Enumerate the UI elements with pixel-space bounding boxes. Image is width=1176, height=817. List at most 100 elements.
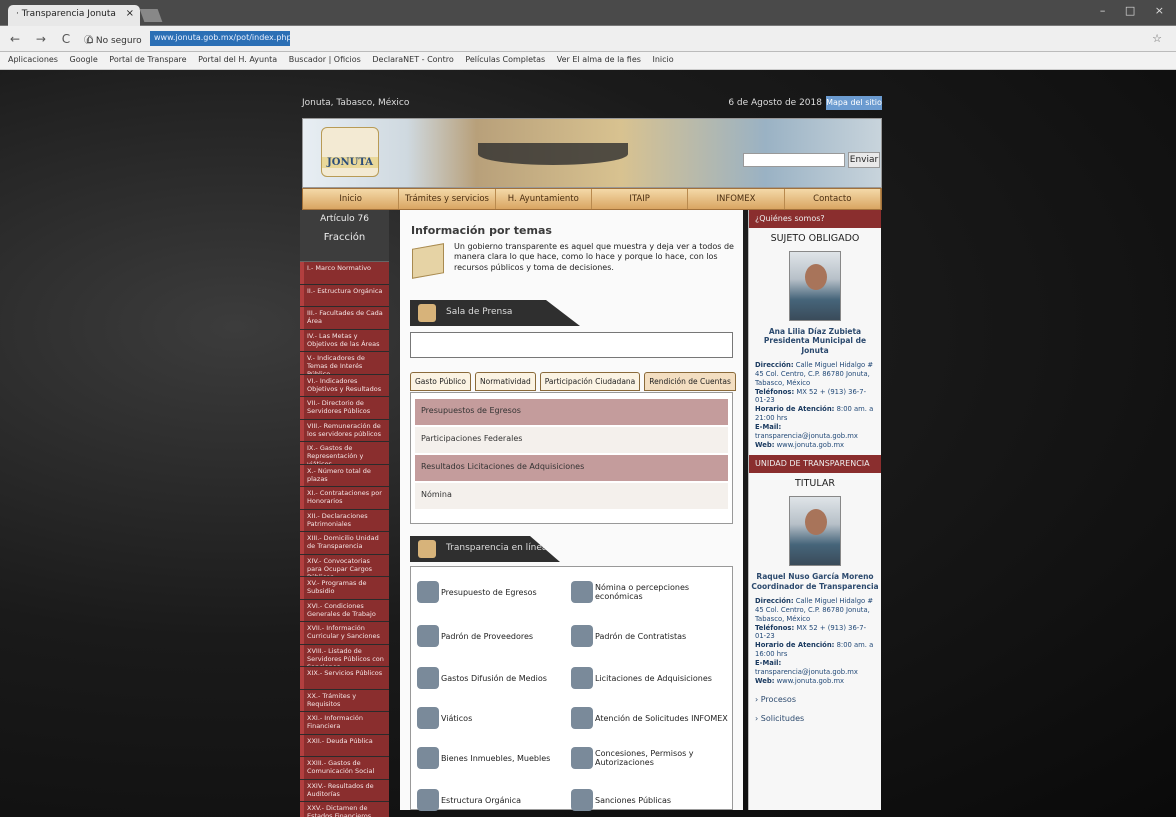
sidebar-item[interactable]: XXIII.- Gastos de Comunicación Social xyxy=(300,757,389,779)
tab-normatividad[interactable]: Normatividad xyxy=(475,372,536,391)
bookmark-item[interactable]: Portal del H. Ayunta xyxy=(198,55,277,64)
jonuta-logo[interactable]: JONUTA xyxy=(321,127,379,177)
search-input[interactable] xyxy=(743,153,845,167)
sidebar-item[interactable]: III.- Facultades de Cada Área xyxy=(300,307,389,329)
contact-info: Dirección: Calle Miguel Hidalgo # 45 Col… xyxy=(749,591,881,685)
gavel-icon xyxy=(571,789,593,811)
sidebar-item[interactable]: V.- Indicadores de Temas de Interés Públ… xyxy=(300,352,389,374)
online-item-label: Nómina o percepciones económicas xyxy=(595,583,690,601)
sidebar-item[interactable]: X.- Número total de plazas xyxy=(300,464,389,486)
sidebar-item[interactable]: IV.- Las Metas y Objetivos de las Áreas xyxy=(300,329,389,351)
sidebar-item[interactable]: VII.- Directorio de Servidores Públicos xyxy=(300,397,389,419)
menu-item-itaip[interactable]: ITAIP xyxy=(592,189,689,209)
online-item[interactable]: Atención de Solicitudes INFOMEX xyxy=(571,707,731,729)
right-column: ¿Quiénes somos? SUJETO OBLIGADO Ana Lili… xyxy=(748,210,881,810)
list-item[interactable]: Nómina xyxy=(415,483,728,509)
info-label: Web: xyxy=(755,440,775,449)
tab-gasto-publico[interactable]: Gasto Público xyxy=(410,372,472,391)
email-link[interactable]: transparencia@jonuta.gob.mx xyxy=(755,432,858,440)
sidebar-item[interactable]: XVI.- Condiciones Generales de Trabajo xyxy=(300,599,389,621)
online-item[interactable]: Presupuesto de Egresos xyxy=(417,581,567,603)
menu-item-contacto[interactable]: Contacto xyxy=(785,189,881,209)
sidebar-item[interactable]: XVII.- Información Curricular y Sancione… xyxy=(300,622,389,644)
obligated-subject-title: SUJETO OBLIGADO xyxy=(770,233,860,244)
menu-item-infomex[interactable]: INFOMEX xyxy=(688,189,785,209)
window-controls[interactable]: – □ × xyxy=(1100,4,1172,17)
online-section-header[interactable]: Transparencia en línea xyxy=(410,536,560,562)
bookmark-item[interactable]: DeclaraNET - Contro xyxy=(372,55,453,64)
sidebar-item[interactable]: VIII.- Remuneración de los servidores pú… xyxy=(300,419,389,441)
sidebar-item[interactable]: XV.- Programas de Subsidio xyxy=(300,577,389,599)
online-item[interactable]: Nómina o percepciones económicas xyxy=(571,581,731,603)
bookmark-item[interactable]: Películas Completas xyxy=(465,55,545,64)
online-item[interactable]: Padrón de Contratistas xyxy=(571,625,731,647)
sidebar-item[interactable]: XIII.- Domicilio Unidad de Transparencia xyxy=(300,532,389,554)
browser-tab-bar: · Transparencia Jonuta × – □ × xyxy=(0,0,1176,26)
tab-rendicion-cuentas[interactable]: Rendición de Cuentas xyxy=(644,372,736,391)
online-items-grid: Presupuesto de Egresos Nómina o percepci… xyxy=(410,566,733,811)
new-tab-button[interactable] xyxy=(139,9,163,22)
sidebar-item[interactable]: XXV.- Dictamen de Estados Financieros xyxy=(300,802,389,817)
bookmark-star-icon[interactable]: ☆ xyxy=(1152,32,1162,45)
sidebar-item[interactable]: XIX.- Servicios Públicos xyxy=(300,667,389,689)
sidebar-item[interactable]: IX.- Gastos de Representación y viáticos xyxy=(300,442,389,464)
transparency-unit-header[interactable]: UNIDAD DE TRANSPARENCIA xyxy=(749,455,881,474)
sidebar-item[interactable]: XX.- Trámites y Requisitos xyxy=(300,689,389,711)
menu-item-tramites[interactable]: Trámites y servicios xyxy=(399,189,496,209)
security-indicator[interactable]: ⓘ No seguro xyxy=(84,33,142,46)
sidebar-item[interactable]: I.- Marco Normativo xyxy=(300,262,389,284)
online-item[interactable]: Sanciones Públicas xyxy=(571,789,731,811)
banner-boat-image xyxy=(478,143,628,165)
online-item[interactable]: Bienes Inmuebles, Muebles xyxy=(417,747,567,769)
sidebar-item[interactable]: XXIV.- Resultados de Auditorías xyxy=(300,779,389,801)
user-icon xyxy=(571,581,593,603)
bookmark-item[interactable]: Google xyxy=(70,55,98,64)
online-item[interactable]: Licitaciones de Adquisiciones xyxy=(571,667,731,689)
online-item[interactable]: Padrón de Proveedores xyxy=(417,625,567,647)
tab-participacion[interactable]: Participación Ciudadana xyxy=(539,372,641,391)
topic-list: Presupuestos de Egresos Participaciones … xyxy=(410,392,733,524)
menu-item-ayuntamiento[interactable]: H. Ayuntamiento xyxy=(496,189,592,209)
solicitudes-link[interactable]: › Solicitudes xyxy=(749,704,881,723)
page-top-line: Jonuta, Tabasco, México 6 de Agosto de 2… xyxy=(300,96,882,112)
web-link[interactable]: www.jonuta.gob.mx xyxy=(777,677,844,685)
register-icon xyxy=(417,625,439,647)
sidebar-item[interactable]: XXII.- Deuda Pública xyxy=(300,734,389,756)
online-item[interactable]: Estructura Orgánica xyxy=(417,789,567,811)
bookmark-item[interactable]: Buscador | Oficios xyxy=(289,55,361,64)
url-input[interactable]: www.jonuta.gob.mx/pot/index.php xyxy=(150,31,290,46)
press-section-header[interactable]: Sala de Prensa xyxy=(410,300,580,326)
suitcase-icon xyxy=(417,707,439,729)
bookmark-item[interactable]: Portal de Transpare xyxy=(109,55,186,64)
list-item[interactable]: Presupuestos de Egresos xyxy=(415,399,728,425)
online-item[interactable]: Concesiones, Permisos y Autorizaciones xyxy=(571,747,731,769)
sidebar-item[interactable]: XXI.- Información Financiera xyxy=(300,712,389,734)
browser-tab[interactable]: · Transparencia Jonuta × xyxy=(8,5,140,26)
procesos-link[interactable]: › Procesos xyxy=(749,685,881,704)
location-text: Jonuta, Tabasco, México xyxy=(302,98,410,108)
sidebar-item[interactable]: VI.- Indicadores Objetivos y Resultados xyxy=(300,374,389,396)
sidebar-item[interactable]: XIV.- Convocatorias para Ocupar Cargos P… xyxy=(300,554,389,576)
sidebar-item[interactable]: II.- Estructura Orgánica xyxy=(300,284,389,306)
bookmarks-bar: Aplicaciones Google Portal de Transpare … xyxy=(0,52,1176,70)
bookmark-item[interactable]: Inicio xyxy=(652,55,673,64)
web-link[interactable]: www.jonuta.gob.mx xyxy=(777,441,844,449)
bookmark-item[interactable]: Ver El alma de la fies xyxy=(557,55,641,64)
close-tab-icon[interactable]: × xyxy=(126,8,134,19)
sidebar-item[interactable]: XI.- Contrataciones por Honorarios xyxy=(300,487,389,509)
list-item[interactable]: Resultados Licitaciones de Adquisiciones xyxy=(415,455,728,481)
menu-item-inicio[interactable]: Inicio xyxy=(303,189,400,209)
search-submit-button[interactable]: Enviar xyxy=(848,152,880,168)
online-section-label: Transparencia en línea xyxy=(446,543,548,553)
online-item[interactable]: Viáticos xyxy=(417,707,567,729)
list-item[interactable]: Participaciones Federales xyxy=(415,427,728,453)
person-role: Presidenta Municipal de Jonuta xyxy=(763,336,867,355)
sidebar-item[interactable]: XVIII.- Listado de Servidores Públicos c… xyxy=(300,644,389,666)
email-link[interactable]: transparencia@jonuta.gob.mx xyxy=(755,668,858,676)
who-we-are-header[interactable]: ¿Quiénes somos? xyxy=(749,210,881,228)
site-map-link[interactable]: Mapa del sitio xyxy=(826,96,882,110)
sidebar-item[interactable]: XII.- Declaraciones Patrimoniales xyxy=(300,509,389,531)
newspaper-icon xyxy=(418,304,436,322)
online-item[interactable]: Gastos Difusión de Medios xyxy=(417,667,567,689)
bookmark-item[interactable]: Aplicaciones xyxy=(8,55,58,64)
